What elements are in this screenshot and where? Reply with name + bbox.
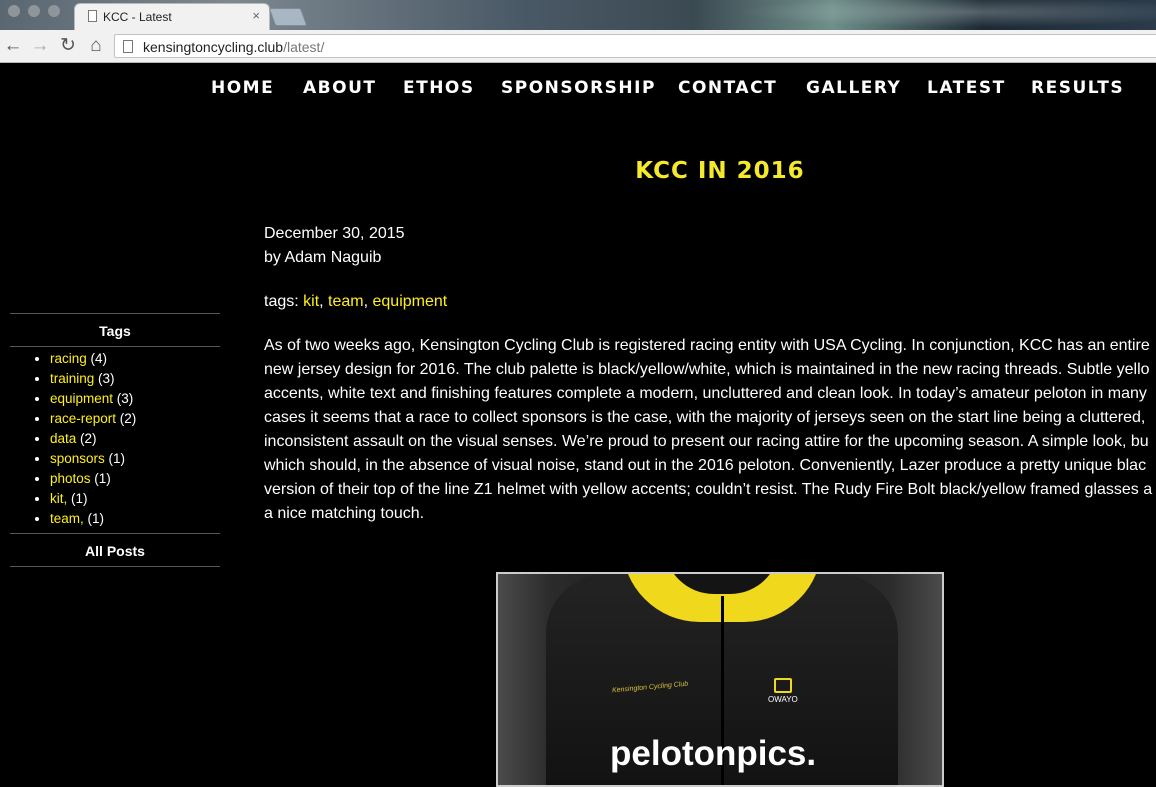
tab-title: KCC - Latest	[103, 10, 172, 24]
list-item: race-report (2)	[50, 409, 220, 429]
divider	[10, 566, 220, 567]
tag-link-kit[interactable]: kit,	[50, 491, 67, 506]
tags-heading: Tags	[99, 323, 131, 339]
tag-count: (1)	[67, 491, 88, 506]
tag-separator: ,	[319, 293, 329, 310]
tag-link-sponsors[interactable]: sponsors	[50, 451, 105, 466]
jersey-photo: Kensington Cycling Club OWAYO pelotonpic…	[496, 572, 944, 787]
tag-link-team[interactable]: team,	[50, 511, 84, 526]
body-line: As of two weeks ago, Kensington Cycling …	[264, 337, 1150, 354]
tag-count: (3)	[113, 391, 134, 406]
nav-ethos[interactable]: ETHOS	[403, 78, 475, 98]
forward-arrow-icon[interactable]: →	[29, 35, 51, 57]
tag-link-data[interactable]: data	[50, 431, 76, 446]
all-posts-link[interactable]: All Posts	[10, 534, 220, 566]
tag-count: (1)	[90, 471, 111, 486]
post-tags: tags: kit, team, equipment	[264, 293, 447, 311]
tag-count: (1)	[104, 451, 126, 466]
tag-link-training[interactable]: training	[50, 371, 94, 386]
list-item: photos (1)	[50, 469, 220, 489]
nav-gallery[interactable]: GALLERY	[806, 78, 901, 98]
tag-separator: ,	[363, 293, 373, 310]
nav-sponsorship[interactable]: SPONSORSHIP	[501, 78, 656, 98]
back-arrow-icon[interactable]: ←	[2, 35, 24, 57]
body-line: new jersey design for 2016. The club pal…	[264, 361, 1150, 378]
list-item: sponsors (1)	[50, 449, 220, 469]
tag-link-photos[interactable]: photos	[50, 471, 91, 486]
sponsor-logo-text: pelotonpics.	[610, 734, 817, 773]
body-line: cases it seems that a race to collect sp…	[264, 409, 1146, 426]
url-path: /latest/	[283, 39, 325, 55]
body-line: inconsistent assault on the visual sense…	[264, 433, 1149, 450]
nav-home[interactable]: HOME	[211, 78, 274, 98]
tag-list: racing (4) training (3) equipment (3) ra…	[10, 347, 220, 533]
browser-toolbar: ← → ↻ ⌂ kensingtoncycling.club/latest/	[0, 30, 1156, 63]
tag-link-racing[interactable]: racing	[50, 351, 87, 366]
browser-tab[interactable]: KCC - Latest ×	[74, 3, 270, 30]
address-bar[interactable]: kensingtoncycling.club/latest/	[114, 34, 1156, 58]
list-item: kit, (1)	[50, 489, 220, 509]
close-window-button[interactable]	[8, 5, 20, 17]
post-title: KCC IN 2016	[635, 158, 805, 184]
list-item: data (2)	[50, 429, 220, 449]
list-item: team, (1)	[50, 509, 220, 529]
url-text: kensingtoncycling.club/latest/	[143, 39, 324, 55]
owayo-text: OWAYO	[768, 695, 798, 704]
tag-link-equipment[interactable]: equipment	[50, 391, 113, 406]
tags-label: tags:	[264, 293, 304, 310]
sidebar: Tags racing (4) training (3) equipment (…	[10, 313, 220, 567]
body-line: accents, white text and finishing featur…	[264, 385, 1147, 402]
post-body: As of two weeks ago, Kensington Cycling …	[264, 334, 1156, 526]
tag-count: (1)	[83, 511, 105, 526]
post-author: by Adam Naguib	[264, 249, 382, 266]
owayo-logo-icon	[773, 678, 792, 693]
site-nav: HOME ABOUT ETHOS SPONSORSHIP CONTACT GAL…	[0, 78, 1156, 100]
reload-icon[interactable]: ↻	[57, 35, 79, 57]
tag-count: (4)	[86, 351, 108, 366]
post-date: December 30, 2015	[264, 225, 405, 242]
page-icon	[123, 40, 133, 53]
tag-count: (2)	[116, 411, 137, 426]
tag-count: (2)	[76, 431, 97, 446]
post-tag-equipment[interactable]: equipment	[373, 293, 448, 310]
home-icon[interactable]: ⌂	[85, 35, 107, 57]
nav-latest[interactable]: LATEST	[927, 78, 1006, 98]
nav-contact[interactable]: CONTACT	[678, 78, 777, 98]
post-tag-team[interactable]: team	[328, 293, 364, 310]
new-tab-button[interactable]	[268, 8, 308, 26]
post-tag-kit[interactable]: kit	[303, 293, 319, 310]
browser-titlebar: KCC - Latest ×	[0, 0, 1156, 30]
tag-count: (3)	[94, 371, 115, 386]
zoom-window-button[interactable]	[48, 5, 60, 17]
body-line: which should, in the absence of visual n…	[264, 457, 1147, 474]
tag-link-race-report[interactable]: race-report	[50, 411, 116, 426]
nav-about[interactable]: ABOUT	[303, 78, 376, 98]
list-item: training (3)	[50, 369, 220, 389]
body-line: a nice matching touch.	[264, 505, 425, 522]
page-icon	[88, 10, 97, 22]
nav-results[interactable]: RESULTS	[1031, 78, 1124, 98]
tab-close-icon[interactable]: ×	[252, 8, 260, 23]
owayo-logo: OWAYO	[768, 678, 798, 704]
minimize-window-button[interactable]	[28, 5, 40, 17]
list-item: equipment (3)	[50, 389, 220, 409]
url-host: kensingtoncycling.club	[143, 39, 284, 55]
body-line: version of their top of the line Z1 helm…	[264, 481, 1153, 498]
list-item: racing (4)	[50, 349, 220, 369]
